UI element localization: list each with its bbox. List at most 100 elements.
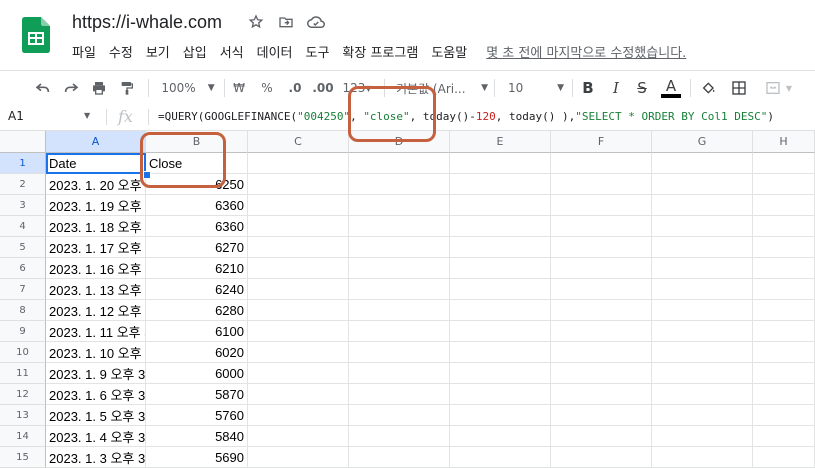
menu-view[interactable]: 보기 xyxy=(146,42,177,61)
percent-format-button[interactable]: % xyxy=(256,71,278,105)
empty-cell[interactable] xyxy=(551,384,652,405)
close-price-cell[interactable]: 5690 xyxy=(146,447,248,468)
empty-cell[interactable] xyxy=(349,195,450,216)
empty-cell[interactable] xyxy=(450,258,551,279)
empty-cell[interactable] xyxy=(349,216,450,237)
menu-help[interactable]: 도움말 xyxy=(431,42,474,61)
empty-cell[interactable] xyxy=(652,321,753,342)
column-header-h[interactable]: H xyxy=(753,131,815,153)
empty-cell[interactable] xyxy=(652,363,753,384)
empty-cell[interactable] xyxy=(551,279,652,300)
empty-cell[interactable] xyxy=(551,300,652,321)
empty-cell[interactable] xyxy=(450,174,551,195)
row-header[interactable]: 11 xyxy=(0,363,46,384)
menu-tools[interactable]: 도구 xyxy=(306,42,337,61)
select-all-corner[interactable] xyxy=(0,131,46,153)
bold-button[interactable]: B xyxy=(578,71,598,105)
empty-cell[interactable] xyxy=(349,279,450,300)
column-header-g[interactable]: G xyxy=(652,131,753,153)
date-cell[interactable]: 2023. 1. 20 오후 3 xyxy=(46,174,146,195)
redo-icon[interactable] xyxy=(60,71,82,105)
empty-cell[interactable] xyxy=(450,195,551,216)
empty-cell[interactable] xyxy=(753,426,815,447)
row-header[interactable]: 6 xyxy=(0,258,46,279)
empty-cell[interactable] xyxy=(349,342,450,363)
zoom-select[interactable]: 100% ▼ xyxy=(158,71,218,105)
empty-cell[interactable] xyxy=(652,300,753,321)
menu-data[interactable]: 데이터 xyxy=(257,42,300,61)
empty-cell[interactable] xyxy=(248,237,349,258)
row-header[interactable]: 8 xyxy=(0,300,46,321)
menu-edit[interactable]: 수정 xyxy=(109,42,140,61)
empty-cell[interactable] xyxy=(349,174,450,195)
header-cell-date[interactable]: Date xyxy=(46,153,146,174)
empty-cell[interactable] xyxy=(753,216,815,237)
empty-cell[interactable] xyxy=(652,384,753,405)
empty-cell[interactable] xyxy=(248,195,349,216)
empty-cell[interactable] xyxy=(349,426,450,447)
empty-cell[interactable] xyxy=(652,153,753,174)
date-cell[interactable]: 2023. 1. 19 오후 3 xyxy=(46,195,146,216)
print-icon[interactable] xyxy=(88,71,110,105)
column-header-e[interactable]: E xyxy=(450,131,551,153)
row-header[interactable]: 14 xyxy=(0,426,46,447)
empty-cell[interactable] xyxy=(753,342,815,363)
empty-cell[interactable] xyxy=(652,258,753,279)
close-price-cell[interactable]: 6360 xyxy=(146,195,248,216)
empty-cell[interactable] xyxy=(551,342,652,363)
empty-cell[interactable] xyxy=(551,321,652,342)
star-icon[interactable] xyxy=(246,12,266,32)
empty-cell[interactable] xyxy=(652,195,753,216)
empty-cell[interactable] xyxy=(248,405,349,426)
paint-format-icon[interactable] xyxy=(116,71,138,105)
row-header[interactable]: 5 xyxy=(0,237,46,258)
empty-cell[interactable] xyxy=(450,363,551,384)
empty-cell[interactable] xyxy=(753,153,815,174)
date-cell[interactable]: 2023. 1. 11 오후 3 xyxy=(46,321,146,342)
date-cell[interactable]: 2023. 1. 13 오후 3 xyxy=(46,279,146,300)
empty-cell[interactable] xyxy=(551,363,652,384)
empty-cell[interactable] xyxy=(450,342,551,363)
empty-cell[interactable] xyxy=(349,447,450,468)
empty-cell[interactable] xyxy=(248,426,349,447)
row-header[interactable]: 12 xyxy=(0,384,46,405)
italic-button[interactable]: I xyxy=(606,71,626,105)
column-header-a[interactable]: A xyxy=(46,131,146,153)
close-price-cell[interactable]: 6020 xyxy=(146,342,248,363)
move-folder-icon[interactable] xyxy=(276,12,296,32)
close-price-cell[interactable]: 6000 xyxy=(146,363,248,384)
row-header[interactable]: 4 xyxy=(0,216,46,237)
empty-cell[interactable] xyxy=(248,447,349,468)
date-cell[interactable]: 2023. 1. 4 오후 3 xyxy=(46,426,146,447)
chevron-down-icon[interactable]: ▼ xyxy=(84,111,90,120)
empty-cell[interactable] xyxy=(349,258,450,279)
close-price-cell[interactable]: 5870 xyxy=(146,384,248,405)
empty-cell[interactable] xyxy=(349,405,450,426)
empty-cell[interactable] xyxy=(349,384,450,405)
empty-cell[interactable] xyxy=(248,216,349,237)
increase-decimal-button[interactable]: .00 xyxy=(310,71,336,105)
date-cell[interactable]: 2023. 1. 5 오후 3 xyxy=(46,405,146,426)
text-color-button[interactable]: A xyxy=(660,71,682,105)
empty-cell[interactable] xyxy=(349,300,450,321)
empty-cell[interactable] xyxy=(450,237,551,258)
close-price-cell[interactable]: 6240 xyxy=(146,279,248,300)
menu-format[interactable]: 서식 xyxy=(220,42,251,61)
empty-cell[interactable] xyxy=(652,279,753,300)
empty-cell[interactable] xyxy=(349,321,450,342)
empty-cell[interactable] xyxy=(551,216,652,237)
empty-cell[interactable] xyxy=(248,174,349,195)
empty-cell[interactable] xyxy=(753,321,815,342)
date-cell[interactable]: 2023. 1. 9 오후 3 xyxy=(46,363,146,384)
row-header[interactable]: 7 xyxy=(0,279,46,300)
empty-cell[interactable] xyxy=(349,237,450,258)
empty-cell[interactable] xyxy=(551,237,652,258)
empty-cell[interactable] xyxy=(450,300,551,321)
empty-cell[interactable] xyxy=(652,342,753,363)
row-header[interactable]: 2 xyxy=(0,174,46,195)
row-header[interactable]: 15 xyxy=(0,447,46,468)
close-price-cell[interactable]: 6210 xyxy=(146,258,248,279)
menu-file[interactable]: 파일 xyxy=(72,42,103,61)
row-header[interactable]: 9 xyxy=(0,321,46,342)
empty-cell[interactable] xyxy=(450,153,551,174)
